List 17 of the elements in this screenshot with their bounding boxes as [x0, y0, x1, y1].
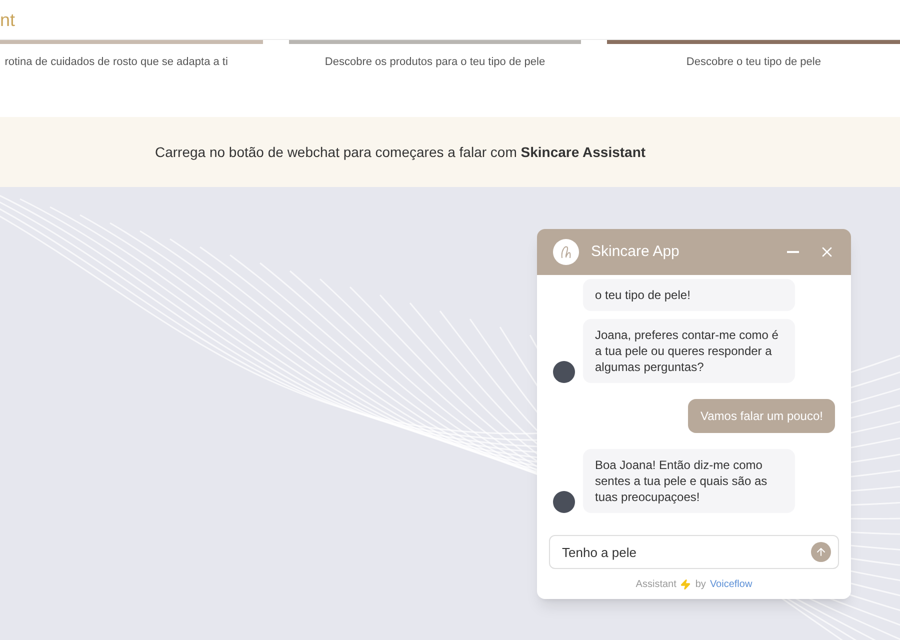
lightning-icon [680, 578, 692, 590]
card-caption[interactable]: Descobre o teu tipo de pele [662, 56, 845, 70]
minimize-icon [787, 251, 799, 253]
brand-text: nt [0, 8, 16, 32]
user-message: Vamos falar um pouco! [688, 399, 835, 433]
bot-message: Joana, preferes contar-me como é a tua pele ou queres responder a algumas perguntas? [583, 319, 795, 383]
logo-icon [553, 239, 579, 265]
card-caption[interactable]: rotina de cuidados de rosto que se adapta a ti [0, 56, 252, 70]
footer-text: Assistant [636, 578, 676, 592]
bot-message: o teu tipo de pele! [583, 279, 795, 311]
footer-by-text: by [695, 578, 706, 592]
arrow-up-icon [815, 546, 827, 558]
message-input[interactable]: Tenho a pele [549, 535, 839, 569]
card-caption[interactable]: Descobre os produtos para o teu tipo de pele [300, 56, 570, 70]
chat-title: Skincare App [591, 242, 680, 262]
bot-message: Boa Joana! Então diz-me como sentes a tua pele e quais são as tuas preocupaçoes! [583, 449, 795, 513]
banner-text: Carrega no botão de webchat para começares a falar com Skincare Assistant [155, 142, 646, 162]
